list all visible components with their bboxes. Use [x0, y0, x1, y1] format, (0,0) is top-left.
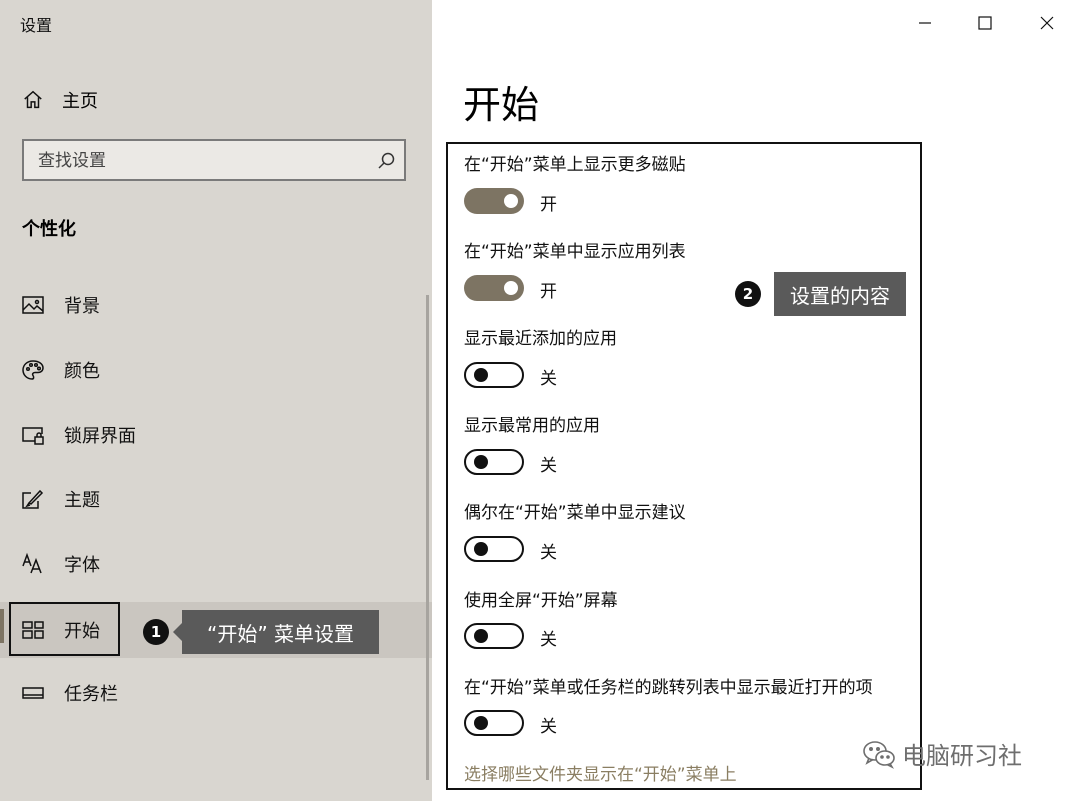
image-icon	[20, 292, 46, 318]
section-title: 个性化	[22, 219, 76, 240]
toggle-app-list[interactable]	[464, 275, 524, 301]
setting-label: 在“开始”菜单中显示应用列表	[464, 242, 686, 262]
home-icon	[24, 90, 42, 109]
toggle-state: 关	[540, 369, 557, 389]
sidebar-item-label: 字体	[64, 555, 100, 576]
lock-screen-icon	[20, 422, 46, 448]
sidebar-scrollbar[interactable]	[426, 295, 429, 780]
setting-label: 偶尔在“开始”菜单中显示建议	[464, 503, 686, 523]
choose-folders-link[interactable]: 选择哪些文件夹显示在“开始”菜单上	[464, 760, 737, 785]
font-icon	[20, 551, 46, 577]
search-box[interactable]	[22, 139, 406, 181]
sidebar-item-colors[interactable]: 颜色	[0, 345, 432, 395]
toggle-most-used[interactable]	[464, 449, 524, 475]
setting-label: 使用全屏“开始”屏幕	[464, 591, 618, 611]
theme-brush-icon	[20, 486, 46, 512]
toggle-state: 开	[540, 282, 557, 302]
toggle-knob	[504, 281, 518, 295]
search-input[interactable]	[36, 147, 370, 175]
toggle-knob	[474, 716, 488, 730]
close-button[interactable]	[1032, 8, 1062, 38]
sidebar-item-lock-screen[interactable]: 锁屏界面	[0, 410, 432, 460]
watermark: 电脑研习社	[862, 736, 1022, 771]
maximize-button[interactable]	[970, 8, 1000, 38]
toggle-knob	[504, 194, 518, 208]
highlight-box	[9, 602, 120, 656]
sidebar-item-label: 任务栏	[64, 684, 118, 705]
selection-indicator	[0, 609, 4, 643]
sidebar: 设置 主页 个性化 背景 颜色 锁屏界面 主题	[0, 0, 432, 801]
toggle-state: 关	[540, 717, 557, 737]
toggle-knob	[474, 629, 488, 643]
search-icon[interactable]	[376, 151, 396, 171]
minimize-icon	[919, 22, 931, 24]
home-link[interactable]: 主页	[22, 86, 98, 114]
sidebar-item-label: 主题	[64, 490, 100, 511]
setting-label: 在“开始”菜单上显示更多磁贴	[464, 155, 686, 175]
sidebar-item-fonts[interactable]: 字体	[0, 539, 432, 589]
toggle-full-screen-start[interactable]	[464, 623, 524, 649]
toggle-more-tiles[interactable]	[464, 188, 524, 214]
app-title: 设置	[20, 16, 53, 35]
page-title: 开始	[463, 83, 540, 127]
toggle-knob	[474, 455, 488, 469]
toggle-state: 关	[540, 456, 557, 476]
toggle-state: 关	[540, 543, 557, 563]
taskbar-icon	[20, 680, 46, 706]
sidebar-item-background[interactable]: 背景	[0, 280, 432, 330]
setting-label: 在“开始”菜单或任务栏的跳转列表中显示最近打开的项	[464, 678, 873, 698]
toggle-recently-added[interactable]	[464, 362, 524, 388]
toggle-knob	[474, 368, 488, 382]
sidebar-item-label: 锁屏界面	[64, 426, 136, 447]
watermark-text: 电脑研习社	[902, 742, 1022, 770]
toggle-state: 开	[540, 195, 557, 215]
callout-settings-content: 设置的内容	[774, 272, 906, 316]
setting-label: 显示最近添加的应用	[464, 329, 617, 349]
home-label: 主页	[62, 91, 98, 112]
sidebar-item-taskbar[interactable]: 任务栏	[0, 668, 432, 718]
wechat-icon	[863, 740, 895, 769]
toggle-knob	[474, 542, 488, 556]
maximize-icon	[978, 16, 992, 30]
callout-badge-1: 1	[143, 619, 169, 645]
minimize-button[interactable]	[910, 8, 940, 38]
sidebar-item-label: 背景	[64, 296, 100, 317]
palette-icon	[20, 357, 46, 383]
close-icon	[1040, 16, 1054, 30]
sidebar-item-label: 颜色	[64, 361, 100, 382]
toggle-suggestions[interactable]	[464, 536, 524, 562]
callout-badge-2: 2	[735, 281, 761, 307]
toggle-state: 关	[540, 630, 557, 650]
callout-start-menu-settings: “开始” 菜单设置	[173, 610, 379, 654]
setting-label: 显示最常用的应用	[464, 416, 600, 436]
toggle-jump-list-recent[interactable]	[464, 710, 524, 736]
sidebar-item-themes[interactable]: 主题	[0, 474, 432, 524]
